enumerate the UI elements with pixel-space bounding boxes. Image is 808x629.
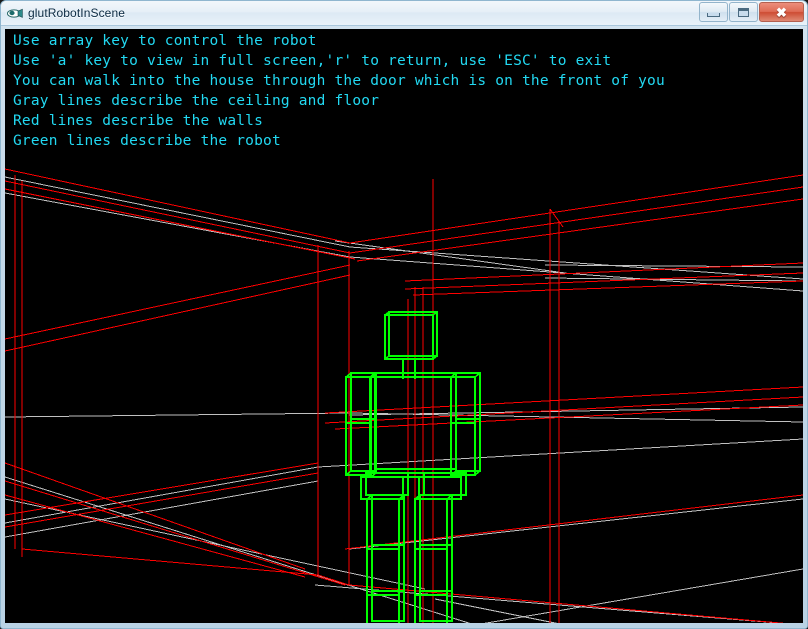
gl-viewport[interactable]: Use array key to control the robot Use '…: [5, 29, 803, 623]
window-title: glutRobotInScene: [28, 6, 126, 20]
close-button[interactable]: ✖: [759, 2, 804, 22]
close-icon: ✖: [776, 4, 787, 20]
wireframe-scene: [5, 168, 803, 623]
robot-neck: [402, 359, 416, 379]
gl-canvas-frame: Use array key to control the robot Use '…: [1, 26, 807, 628]
maximize-icon: [738, 7, 749, 17]
robot-left-arm: [345, 372, 376, 476]
robot-right-arm: [450, 372, 481, 476]
robot-head: [384, 311, 438, 360]
window-controls: ✖: [699, 2, 804, 22]
application-window: glutRobotInScene ✖ Use array key to cont…: [0, 0, 808, 629]
minimize-icon: [707, 12, 720, 17]
title-bar[interactable]: glutRobotInScene ✖: [1, 1, 807, 26]
robot-left-leg: [366, 494, 405, 623]
maximize-button[interactable]: [729, 2, 758, 22]
glut-app-icon: [7, 5, 23, 21]
minimize-button[interactable]: [699, 2, 728, 22]
